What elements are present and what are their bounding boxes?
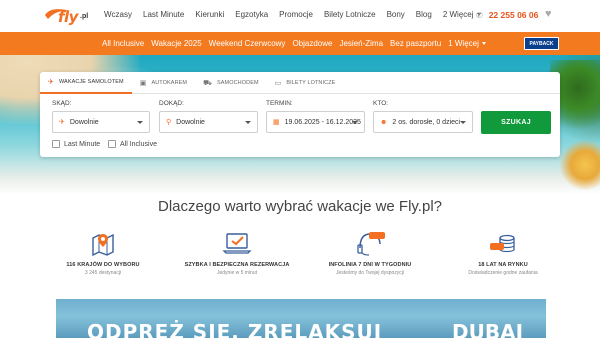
nav-item-promocje[interactable]: Promocje <box>279 10 313 19</box>
chevron-down-icon <box>245 121 251 124</box>
car-icon: ⛟ <box>203 79 212 87</box>
banner-headline: ODPRĘŻ SIĘ. ZRELAKSUJ <box>87 320 383 338</box>
date-value: 19.06.2025 - 16.12.2025 <box>284 118 361 126</box>
search-tabs: ✈ WAKACJE SAMOLOTEM ▣ AUTOKAREM ⛟ SAMOCH… <box>40 72 560 94</box>
category-weekend-czerwcowy[interactable]: Weekend Czerwcowy <box>209 39 286 48</box>
checkbox-box[interactable] <box>108 140 116 148</box>
nav-more-dropdown[interactable]: 2 Więcej <box>443 10 481 19</box>
nav-item-blog[interactable]: Blog <box>416 10 432 19</box>
feature-hotline: INFOLINIA 7 DNI W TYGODNIU Jesteśmy do T… <box>305 228 435 276</box>
plane-icon: ✈ <box>59 119 65 126</box>
feature-title: 18 LAT NA RYNKU <box>478 262 528 268</box>
from-label: SKĄD: <box>52 100 72 107</box>
heart-icon[interactable]: ♥ <box>545 8 552 20</box>
nav-item-wczasy[interactable]: Wczasy <box>104 10 132 19</box>
feature-countries: 116 KRAJÓW DO WYBORU 3 245 destynacji <box>38 228 168 276</box>
banner-destination: DUBAI <box>452 320 524 338</box>
who-value: 2 os. dorosłe, 0 dzieci <box>392 118 461 126</box>
category-jesien-zima[interactable]: Jesień-Zima <box>339 39 383 48</box>
tab-label: WAKACJE SAMOLOTEM <box>58 79 124 85</box>
search-button[interactable]: SZUKAJ <box>481 111 551 134</box>
top-header: fly .pl Wczasy Last Minute Kierunki Egzo… <box>0 0 600 32</box>
all-inclusive-checkbox[interactable]: All Inclusive <box>108 140 157 148</box>
feature-subtitle: Jesteśmy do Twojej dyspozycji <box>336 270 404 276</box>
phone-icon: ✆ <box>476 10 483 20</box>
nav-item-egzotyka[interactable]: Egzotyka <box>235 10 268 19</box>
tab-autokarem[interactable]: ▣ AUTOKAREM <box>132 72 195 94</box>
who-label: KTO: <box>373 100 389 107</box>
nav-item-kierunki[interactable]: Kierunki <box>195 10 224 19</box>
category-more-dropdown[interactable]: 1 Więcej <box>448 39 486 48</box>
people-icon: ☻ <box>380 118 388 126</box>
map-pin-icon: ⚲ <box>166 119 172 126</box>
payback-badge[interactable]: PAYBACK <box>524 37 559 50</box>
category-all-inclusive[interactable]: All Inclusive <box>102 39 144 48</box>
from-select[interactable]: ✈ Dowolnie <box>52 111 150 133</box>
who-select[interactable]: ☻ 2 os. dorosłe, 0 dzieci <box>373 111 473 133</box>
chevron-down-icon <box>460 121 466 124</box>
to-select[interactable]: ⚲ Dowolnie <box>159 111 258 133</box>
map-pin-icon <box>92 233 114 257</box>
plane-icon: ✈ <box>48 79 54 86</box>
tab-label: AUTOKAREM <box>151 80 188 86</box>
category-wakacje-2025[interactable]: Wakacje 2025 <box>151 39 201 48</box>
feature-booking: SZYBKA I BEZPIECZNA REZERWACJA Jedynie w… <box>172 228 302 276</box>
tab-label: SAMOCHODEM <box>217 80 259 86</box>
to-label: DOKĄD: <box>159 100 184 107</box>
feature-title: SZYBKA I BEZPIECZNA REZERWACJA <box>184 262 290 268</box>
phone-number: 22 255 06 06 <box>488 10 539 20</box>
category-objazdowe[interactable]: Objazdowe <box>292 39 332 48</box>
date-select[interactable]: ▦ 19.06.2025 - 16.12.2025 <box>266 111 365 133</box>
tab-bilety-lotnicze[interactable]: ▭ BILETY LOTNICZE <box>267 72 344 94</box>
site-logo[interactable]: fly .pl <box>44 5 90 27</box>
chevron-down-icon <box>137 121 143 124</box>
feature-title: INFOLINIA 7 DNI W TYGODNIU <box>328 262 412 268</box>
category-bez-paszportu[interactable]: Bez paszportu <box>390 39 441 48</box>
tab-label: BILETY LOTNICZE <box>286 80 336 86</box>
checkbox-label: All Inclusive <box>120 140 157 148</box>
feature-subtitle: Jedynie w 5 minut <box>216 270 258 276</box>
chevron-down-icon <box>352 121 358 124</box>
date-label: TERMIN: <box>266 100 293 107</box>
tab-samochodem[interactable]: ⛟ SAMOCHODEM <box>195 72 267 94</box>
headset-icon <box>357 232 385 256</box>
to-value: Dowolnie <box>176 118 205 126</box>
logo-tld-text: .pl <box>80 13 89 20</box>
category-navigation: All Inclusive Wakacje 2025 Weekend Czerw… <box>102 39 493 48</box>
nav-item-bony[interactable]: Bony <box>387 10 405 19</box>
calendar-icon: ▦ <box>273 119 280 126</box>
palm-fronds-image <box>560 140 600 190</box>
from-value: Dowolnie <box>69 118 99 126</box>
nav-item-last-minute[interactable]: Last Minute <box>143 10 184 19</box>
checkbox-box[interactable] <box>52 140 60 148</box>
feature-subtitle: 3 245 destynacji <box>84 270 122 276</box>
nav-item-bilety-lotnicze[interactable]: Bilety Lotnicze <box>324 10 376 19</box>
main-navigation: Wczasy Last Minute Kierunki Egzotyka Pro… <box>104 10 492 19</box>
promo-banner[interactable]: ODPRĘŻ SIĘ. ZRELAKSUJ DUBAI <box>56 299 546 338</box>
feature-subtitle: Doświadczenie godne zaufania <box>468 270 538 276</box>
ticket-icon: ▭ <box>274 80 282 87</box>
phone-contact[interactable]: ✆ 22 255 06 06 <box>476 10 538 20</box>
category-bar: All Inclusive Wakacje 2025 Weekend Czerw… <box>0 32 600 55</box>
laptop-check-icon <box>222 233 252 254</box>
logo-brand-text: fly <box>58 8 78 26</box>
feature-title: 116 KRAJÓW DO WYBORU <box>66 262 140 268</box>
section-title: Dlaczego warto wybrać wakacje we Fly.pl? <box>158 198 442 215</box>
bus-icon: ▣ <box>139 80 147 87</box>
tab-wakacje-samolotem[interactable]: ✈ WAKACJE SAMOLOTEM <box>40 72 132 94</box>
coins-icon <box>490 234 515 253</box>
last-minute-checkbox[interactable]: Last Minute <box>52 140 100 148</box>
feature-experience: 18 LAT NA RYNKU Doświadczenie godne zauf… <box>438 228 568 276</box>
checkbox-label: Last Minute <box>64 140 101 148</box>
